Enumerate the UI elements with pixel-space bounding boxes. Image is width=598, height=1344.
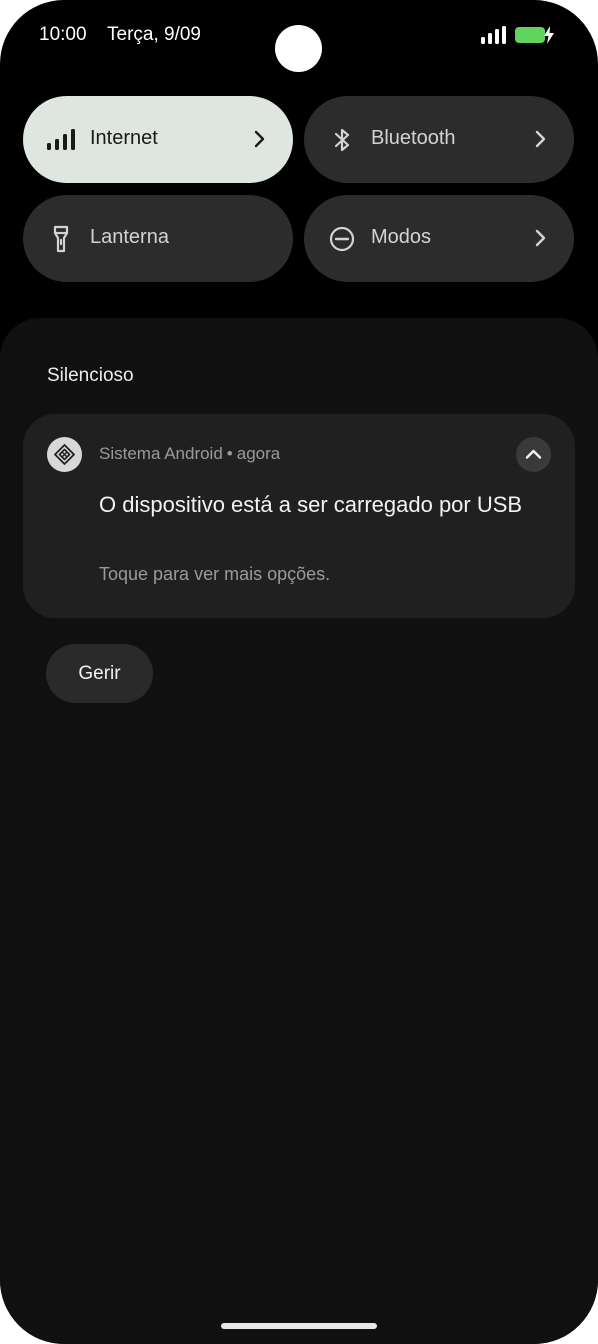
do-not-disturb-icon <box>329 226 355 252</box>
home-indicator[interactable] <box>221 1323 377 1329</box>
notification-header: Sistema Android • agora <box>99 444 280 464</box>
chevron-up-icon <box>525 449 542 459</box>
signal-icon <box>481 26 506 44</box>
notification-app-name: Sistema Android <box>99 444 223 463</box>
notification-separator: • <box>226 444 233 463</box>
android-system-icon <box>47 437 82 472</box>
collapse-button[interactable] <box>516 437 551 472</box>
status-date: Terça, 9/09 <box>107 24 201 45</box>
chevron-right-icon <box>535 229 546 247</box>
tile-bluetooth-label: Bluetooth <box>371 127 456 149</box>
chevron-right-icon <box>535 130 546 148</box>
tile-modes-label: Modos <box>371 226 432 248</box>
flashlight-icon <box>53 225 69 253</box>
tile-internet-label: Internet <box>90 127 158 149</box>
tile-modes[interactable]: Modos <box>304 195 574 282</box>
battery-charging-icon <box>515 26 554 44</box>
charging-bolt-icon <box>544 26 554 44</box>
notification-card[interactable]: Sistema Android • agora O dispositivo está… <box>23 414 575 618</box>
notification-time: agora <box>236 444 281 463</box>
section-title-silent: Silencioso <box>47 365 134 386</box>
status-bar: 10:00 Terça, 9/09 <box>0 0 598 72</box>
notification-body: Toque para ver mais opções. <box>99 564 331 584</box>
tile-flashlight-label: Lanterna <box>90 226 169 248</box>
chevron-right-icon <box>254 130 265 148</box>
phone-screen: 10:00 Terça, 9/09 Internet Bluetooth Lan… <box>0 0 598 1344</box>
tile-bluetooth[interactable]: Bluetooth <box>304 96 574 183</box>
manage-button[interactable]: Gerir <box>46 644 153 703</box>
tile-internet[interactable]: Internet <box>23 96 293 183</box>
notification-title: O dispositivo está a ser carregado por U… <box>99 492 523 517</box>
status-time: 10:00 <box>39 24 87 45</box>
battery-level <box>515 27 545 43</box>
tile-flashlight[interactable]: Lanterna <box>23 195 293 282</box>
camera-cutout <box>275 25 322 72</box>
signal-icon <box>47 129 75 150</box>
bluetooth-icon <box>334 128 350 152</box>
